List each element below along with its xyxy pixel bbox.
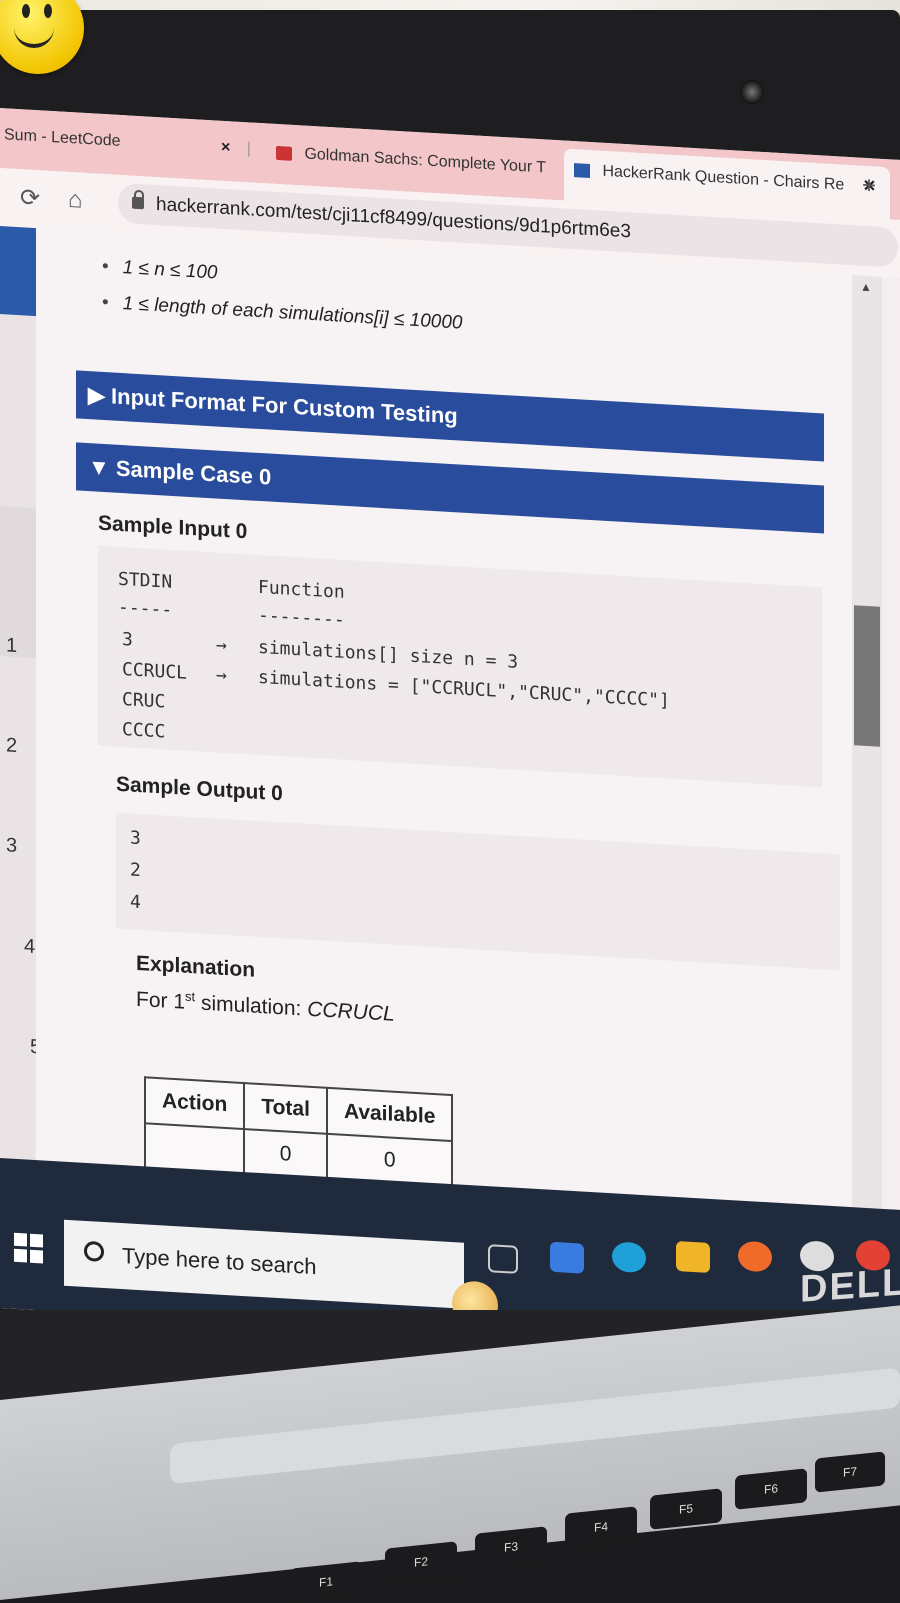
line-number: 2 bbox=[6, 734, 18, 757]
sample-input-title: Sample Input 0 bbox=[98, 511, 248, 544]
url-text: hackerrank.com/test/cji11cf8499/question… bbox=[156, 193, 631, 243]
line-number: 1 bbox=[6, 634, 18, 657]
function-value: simulations = ["CCRUCL","CRUC","CCCC"] bbox=[258, 666, 670, 712]
output-line: 3 bbox=[130, 827, 141, 850]
arrow-icon: → bbox=[216, 634, 227, 657]
laptop-screen: Sum - LeetCode × | Goldman Sachs: Comple… bbox=[0, 108, 900, 1360]
reload-icon[interactable]: ⟳ bbox=[20, 183, 40, 213]
taskbar-search-box[interactable]: Type here to search bbox=[64, 1219, 498, 1329]
sample-input-box: STDIN Function ----- -------- 3 → simula… bbox=[98, 545, 822, 788]
function-header: Function bbox=[258, 576, 345, 603]
firefox-icon[interactable] bbox=[738, 1240, 772, 1273]
column-header: Total bbox=[244, 1083, 327, 1134]
tab-leetcode[interactable]: Sum - LeetCode × | bbox=[4, 126, 251, 158]
mail-icon[interactable] bbox=[550, 1241, 584, 1274]
sample-output-title: Sample Output 0 bbox=[116, 772, 283, 806]
tab-label: HackerRank Question - Chairs Re bbox=[602, 162, 845, 194]
page-scrollbar[interactable]: ▲ bbox=[852, 275, 882, 1297]
stdin-header: STDIN bbox=[118, 568, 173, 593]
stdin-value: 3 bbox=[122, 629, 133, 651]
stdin-value: CCRUCL bbox=[122, 659, 188, 684]
scroll-up-icon[interactable]: ▲ bbox=[860, 280, 872, 295]
search-placeholder: Type here to search bbox=[122, 1243, 317, 1280]
key-f1[interactable]: F1 bbox=[290, 1561, 362, 1603]
search-icon bbox=[84, 1240, 104, 1262]
file-explorer-icon[interactable] bbox=[676, 1240, 710, 1273]
key-f4[interactable]: F4 bbox=[565, 1506, 637, 1548]
tab-label: Sum - LeetCode bbox=[4, 126, 121, 150]
output-line: 2 bbox=[130, 859, 141, 882]
editor-gutter: 1 2 3 4 5 6 bbox=[0, 226, 60, 1249]
key-f3[interactable]: F3 bbox=[475, 1526, 547, 1568]
line-number: 4 bbox=[24, 935, 36, 959]
input-format-toggle[interactable]: ▶ Input Format For Custom Testing bbox=[76, 370, 824, 462]
arrow-icon: → bbox=[216, 664, 227, 687]
scrollbar-thumb[interactable] bbox=[854, 605, 880, 747]
constraint-item: 1 ≤ n ≤ 100 bbox=[102, 256, 218, 285]
new-tab-button[interactable]: + bbox=[862, 172, 876, 201]
hackerrank-icon bbox=[574, 162, 590, 178]
line-number: 3 bbox=[6, 834, 18, 857]
windows-start-icon[interactable] bbox=[14, 1232, 44, 1265]
constraint-item: 1 ≤ length of each simulations[i] ≤ 1000… bbox=[102, 292, 463, 335]
close-icon[interactable]: × bbox=[221, 139, 230, 157]
stdin-value: CCCC bbox=[122, 719, 166, 743]
home-icon[interactable]: ⌂ bbox=[68, 186, 83, 215]
function-value: simulations[] size n = 3 bbox=[258, 636, 519, 673]
tab-label: Goldman Sachs: Complete Your T bbox=[304, 145, 546, 177]
problem-panel: 1 ≤ n ≤ 100 1 ≤ length of each simulatio… bbox=[36, 228, 852, 1296]
lock-icon bbox=[132, 196, 144, 210]
explanation-text: For 1st simulation: CCRUCL bbox=[136, 987, 395, 1026]
column-header: Available bbox=[326, 1087, 453, 1142]
column-header: Action bbox=[145, 1077, 245, 1130]
sample-output-box: 3 2 4 bbox=[116, 812, 840, 971]
task-view-icon[interactable] bbox=[488, 1244, 518, 1274]
tab-goldman-sachs[interactable]: Goldman Sachs: Complete Your T ✕ bbox=[276, 142, 578, 179]
output-line: 4 bbox=[130, 891, 141, 914]
webcam bbox=[740, 80, 764, 104]
key-f2[interactable]: F2 bbox=[385, 1541, 457, 1583]
explanation-title: Explanation bbox=[136, 951, 256, 982]
gmail-icon bbox=[276, 145, 292, 161]
edge-icon[interactable] bbox=[612, 1241, 646, 1274]
dell-logo: DELL bbox=[800, 1261, 900, 1311]
stdin-value: CRUC bbox=[122, 689, 166, 713]
